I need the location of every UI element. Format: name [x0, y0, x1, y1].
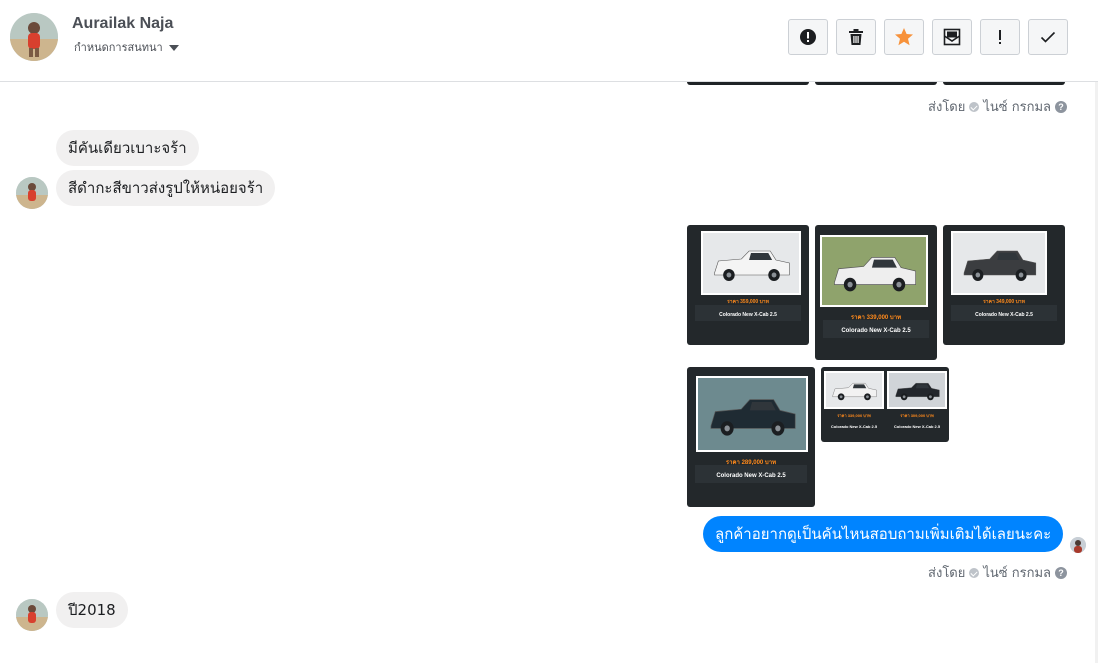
follow-up-button[interactable]: [980, 19, 1020, 55]
conversation-header: Aurailak Naja กำหนดการสนทนา: [0, 0, 1098, 82]
car-listing-image[interactable]: ราคา 359,000 บาท Colorado New X-Cab 2.5: [687, 225, 809, 345]
sent-by-agent: ไนซ์ กรกมล: [983, 566, 1051, 581]
mark-spam-button[interactable]: [788, 19, 828, 55]
car-listing-image-pair[interactable]: ราคา 339,000 บาท Colorado New X-Cab 2.5 รา…: [821, 367, 949, 442]
sender-avatar[interactable]: [16, 177, 48, 209]
car-model: Colorado New X-Cab 2.5: [841, 328, 911, 334]
agent-avatar: [1070, 537, 1086, 553]
help-icon[interactable]: ?: [1055, 566, 1067, 579]
car-photo: [824, 371, 884, 409]
assign-conversation-label: กำหนดการสนทนา: [74, 41, 163, 54]
car-model: Colorado New X-Cab 2.5: [893, 424, 941, 429]
mark-unread-button[interactable]: [932, 19, 972, 55]
sent-by-agent: ไนซ์ กรกมล: [983, 100, 1051, 115]
conversation-toolbar: [788, 19, 1068, 55]
checkmark-icon: [1040, 31, 1056, 43]
sent-by-prefix: ส่งโดย: [928, 100, 966, 115]
star-icon: [895, 28, 913, 46]
incoming-message[interactable]: สีดำกะสีขาวส่งรูปให้หน่อยจร้า: [56, 170, 276, 206]
car-model: Colorado New X-Cab 2.5: [830, 424, 878, 429]
incoming-message[interactable]: ปี2018: [56, 592, 128, 628]
cropped-image-2[interactable]: [815, 82, 937, 85]
alert-circle-icon: [800, 29, 816, 45]
delete-button[interactable]: [836, 19, 876, 55]
sent-by-prefix: ส่งโดย: [928, 566, 966, 581]
assign-conversation-dropdown[interactable]: กำหนดการสนทนา: [74, 38, 179, 56]
car-photo: [820, 235, 928, 307]
car-listing-image[interactable]: ราคา 349,000 บาท Colorado New X-Cab 2.5: [943, 225, 1065, 345]
trash-icon: [849, 29, 863, 45]
incoming-message[interactable]: มีคันเดียวเบาะจร้า: [56, 130, 199, 166]
car-model: Colorado New X-Cab 2.5: [975, 312, 1033, 318]
contact-avatar[interactable]: [10, 13, 58, 61]
sent-by-line: ส่งโดย ไนซ์ กรกมล ?: [928, 96, 1067, 117]
car-photo: [951, 231, 1047, 295]
sent-by-line: ส่งโดย ไนซ์ กรกมล ?: [928, 562, 1067, 583]
car-photo: [887, 371, 947, 409]
cropped-image-1[interactable]: [687, 82, 809, 85]
car-price: ราคา 309,000 บาท: [900, 413, 934, 418]
envelope-icon: [943, 28, 961, 46]
exclamation-icon: [999, 30, 1001, 44]
check-circle-icon: [969, 101, 980, 112]
star-button[interactable]: [884, 19, 924, 55]
car-listing-image[interactable]: ราคา 289,000 บาท Colorado New X-Cab 2.5: [687, 367, 815, 507]
car-listing-image[interactable]: ราคา 339,000 บาท Colorado New X-Cab 2.5: [815, 225, 937, 360]
car-photo: [696, 376, 808, 452]
caret-down-icon: [168, 44, 179, 51]
check-circle-icon: [969, 567, 980, 578]
inbox-conversation-view: Aurailak Naja กำหนดการสนทนา ส่งโดย ไนซ์ …: [0, 0, 1098, 663]
mark-done-button[interactable]: [1028, 19, 1068, 55]
help-icon[interactable]: ?: [1055, 100, 1067, 113]
sender-avatar[interactable]: [16, 599, 48, 631]
cropped-image-3[interactable]: [943, 82, 1065, 85]
car-model: Colorado New X-Cab 2.5: [716, 473, 786, 479]
outgoing-message[interactable]: ลูกค้าอยากดูเป็นคันไหนสอบถามเพิ่มเติมได้…: [703, 516, 1064, 552]
car-price: ราคา 339,000 บาท: [837, 413, 871, 418]
car-model: Colorado New X-Cab 2.5: [719, 312, 777, 318]
contact-name[interactable]: Aurailak Naja: [72, 15, 173, 33]
car-photo: [701, 231, 801, 295]
